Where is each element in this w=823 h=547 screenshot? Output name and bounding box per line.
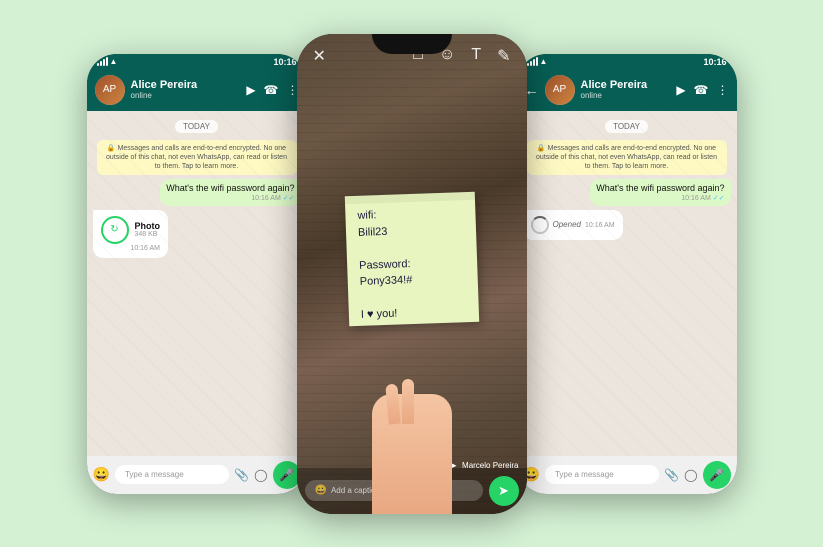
right-wifi-icon: ▲ <box>540 57 548 66</box>
right-msg-out-time: 10:16 AM ✓✓ <box>596 194 724 202</box>
draw-icon[interactable]: ✎ <box>497 46 510 66</box>
right-phone: ▲ 10:16 ← AP Alice Pereira online ▶ ☎ ⋮ <box>517 54 737 494</box>
left-input-placeholder: Type a message <box>125 470 184 479</box>
send-arrow-icon: ➤ <box>498 483 509 499</box>
left-status-bar: ▲ 10:16 <box>87 54 307 69</box>
left-msg-out: What's the wifi password again? 10:16 AM… <box>160 179 300 206</box>
scene: ▲ 10:16 AP Alice Pereira online ▶ ☎ ⋮ <box>0 0 823 547</box>
right-status-time: 10:16 <box>703 57 726 67</box>
bar3 <box>103 59 105 66</box>
left-status-time: 10:16 <box>273 57 296 67</box>
right-contact-name: Alice Pereira <box>581 79 671 91</box>
right-contact-status: online <box>581 91 671 100</box>
caption-emoji-icon: 😀 <box>315 485 327 496</box>
bg-decor <box>87 111 307 456</box>
right-status-bar: ▲ 10:16 <box>517 54 737 69</box>
right-phone-screen: ▲ 10:16 ← AP Alice Pereira online ▶ ☎ ⋮ <box>517 54 737 494</box>
right-phone-icon[interactable]: ☎ <box>694 83 709 97</box>
left-chat-input: 😀 Type a message 📎 ◯ 🎤 <box>87 456 307 494</box>
left-contact-status: online <box>131 91 241 100</box>
right-bg-decor <box>517 111 737 456</box>
center-phone-screen: ✕ □ ☺ T ✎ wifi: Bilil23 Password: Pony33… <box>297 34 527 514</box>
right-contact-info: Alice Pereira online <box>581 79 671 100</box>
camera-btn-right[interactable]: ◯ <box>684 468 697 482</box>
phone-icon[interactable]: ☎ <box>264 83 279 97</box>
right-chat-header: ← AP Alice Pereira online ▶ ☎ ⋮ <box>517 69 737 111</box>
close-icon[interactable]: ✕ <box>313 46 326 66</box>
left-phone: ▲ 10:16 AP Alice Pereira online ▶ ☎ ⋮ <box>87 54 307 494</box>
text-icon[interactable]: T <box>471 46 481 66</box>
right-more-icon[interactable]: ⋮ <box>717 83 729 97</box>
bar1 <box>97 63 99 66</box>
right-video-icon[interactable]: ▶ <box>676 83 685 97</box>
right-input-placeholder: Type a message <box>555 470 614 479</box>
mic-btn-right[interactable]: 🎤 <box>703 461 731 489</box>
phone-notch <box>372 34 452 54</box>
left-avatar-img: AP <box>95 75 125 105</box>
left-msg-out-text: What's the wifi password again? <box>166 183 294 193</box>
left-chat-header: AP Alice Pereira online ▶ ☎ ⋮ <box>87 69 307 111</box>
sticky-note-text: wifi: Bilil23 Password: Pony334!# I ♥ yo… <box>357 204 467 323</box>
right-input-field[interactable]: Type a message <box>545 465 659 484</box>
right-msg-out-text: What's the wifi password again? <box>596 183 724 193</box>
right-avatar-img: AP <box>545 75 575 105</box>
right-avatar: AP <box>545 75 575 105</box>
left-chat-body: TODAY 🔒 Messages and calls are end-to-en… <box>87 111 307 456</box>
photo-content: wifi: Bilil23 Password: Pony334!# I ♥ yo… <box>297 34 527 514</box>
attach-btn-right[interactable]: 📎 <box>664 468 679 482</box>
right-signal-bars <box>527 58 538 66</box>
sticky-note: wifi: Bilil23 Password: Pony334!# I ♥ yo… <box>344 191 478 325</box>
attach-btn-left[interactable]: 📎 <box>234 468 249 482</box>
bar4 <box>106 57 108 66</box>
back-arrow-icon[interactable]: ← <box>525 82 539 98</box>
signal-bars <box>97 58 108 66</box>
right-chat-body: TODAY 🔒 Messages and calls are end-to-en… <box>517 111 737 456</box>
left-input-field[interactable]: Type a message <box>115 465 229 484</box>
left-msg-out-time: 10:16 AM ✓✓ <box>166 194 294 202</box>
wifi-icon: ▲ <box>110 57 118 66</box>
left-contact-info: Alice Pereira online <box>131 79 241 100</box>
right-chat-input: 😀 Type a message 📎 ◯ 🎤 <box>517 456 737 494</box>
left-avatar: AP <box>95 75 125 105</box>
center-phone: ✕ □ ☺ T ✎ wifi: Bilil23 Password: Pony33… <box>297 34 527 514</box>
bar2 <box>100 61 102 66</box>
video-icon[interactable]: ▶ <box>246 83 255 97</box>
right-msg-out: What's the wifi password again? 10:16 AM… <box>590 179 730 206</box>
sticky-note-scene: wifi: Bilil23 Password: Pony334!# I ♥ yo… <box>297 34 527 514</box>
left-contact-name: Alice Pereira <box>131 79 241 91</box>
photo-viewer: ✕ □ ☺ T ✎ wifi: Bilil23 Password: Pony33… <box>297 34 527 514</box>
left-phone-screen: ▲ 10:16 AP Alice Pereira online ▶ ☎ ⋮ <box>87 54 307 494</box>
camera-btn-left[interactable]: ◯ <box>254 468 267 482</box>
emoji-btn-left[interactable]: 😀 <box>93 466 110 483</box>
check-marks: ✓✓ <box>283 195 295 202</box>
hand <box>372 394 452 514</box>
right-header-icons: ▶ ☎ ⋮ <box>676 83 728 97</box>
right-check-marks: ✓✓ <box>713 195 725 202</box>
send-btn-center[interactable]: ➤ <box>489 476 519 506</box>
left-header-icons: ▶ ☎ ⋮ <box>246 83 298 97</box>
